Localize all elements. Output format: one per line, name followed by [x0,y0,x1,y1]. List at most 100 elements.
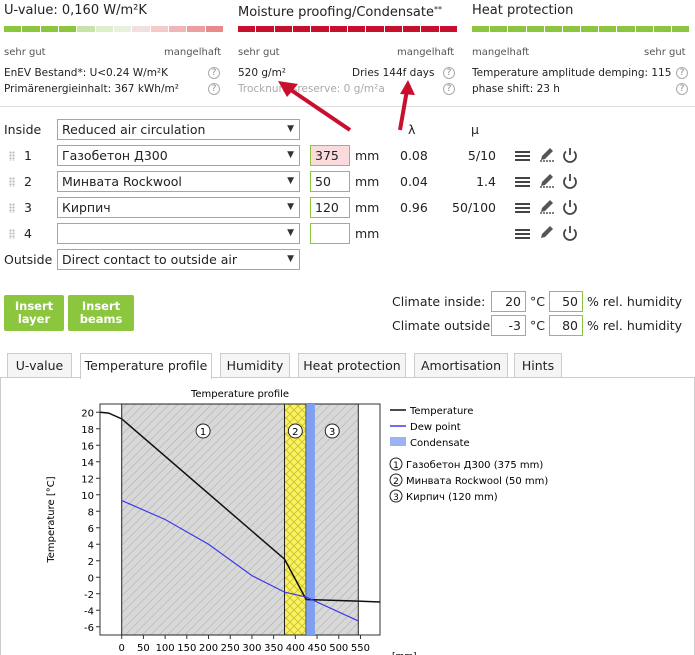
moisture-rating-bar [238,26,458,32]
tab-u-value[interactable]: U-value [7,353,72,378]
primary-energy: Primärenergieinhalt: 367 kWh/m² [4,83,179,95]
menu-icon[interactable] [514,200,532,216]
thickness-unit: mm [355,174,380,189]
u-value-bad-label: mangelhaft [164,47,222,58]
help-icon[interactable]: ? [208,67,220,79]
rating-segment [439,26,458,32]
chart-title: Temperature profile [190,389,289,400]
layer-thickness-input[interactable] [310,223,350,244]
menu-icon[interactable] [514,226,532,242]
u-value-good-label: sehr gut [4,47,46,58]
drag-handle-icon[interactable] [9,177,15,187]
enev-requirement: EnEV Bestand*: U<0.24 W/m²K [4,67,169,79]
insert-layer-button[interactable]: Insert layer [4,295,64,331]
layer-material-select[interactable]: ▼ [57,223,300,244]
layer-lambda: 0.04 [400,174,428,189]
edit-icon[interactable] [538,225,556,241]
layer-material-select[interactable]: Кирпич ▼ [57,197,300,218]
humidity-unit: % rel. humidity [587,318,683,333]
menu-icon[interactable] [514,174,532,190]
x-tick-label: 0 [119,643,125,654]
layer-thickness-input[interactable]: 50 [310,171,350,192]
drag-handle-icon[interactable] [9,151,15,161]
help-icon[interactable]: ? [676,67,688,79]
tab-amortisation[interactable]: Amortisation [414,353,508,378]
rating-segment [421,26,440,32]
layer-thickness-input[interactable]: 375 [310,145,350,166]
menu-icon[interactable] [514,148,532,164]
legend-label: Dew point [410,422,461,433]
x-tick-label: 300 [242,643,261,654]
dropdown-arrow-icon: ▼ [287,254,294,264]
help-icon[interactable]: ? [208,83,220,95]
y-tick-label: 10 [81,491,94,502]
moisture-bad-label: mangelhaft [397,47,455,58]
edit-icon[interactable] [538,173,556,189]
help-icon[interactable]: ? [676,83,688,95]
help-icon[interactable]: ? [443,83,455,95]
rating-segment [238,26,257,32]
layer-number: 2 [24,174,32,189]
thickness-unit: mm [355,200,380,215]
outside-surface-select[interactable]: Direct contact to outside air ▼ [57,249,300,270]
rating-segment [132,26,151,32]
climate-outside-temp-input[interactable]: -3 [491,315,526,336]
power-icon[interactable] [561,147,579,163]
edit-icon[interactable] [538,199,556,215]
layer-marker-label: 2 [292,427,298,438]
layer-material-select[interactable]: Минвата Rockwool ▼ [57,171,300,192]
layer-material-select[interactable]: Газобетон Д300 ▼ [57,145,300,166]
climate-outside-label: Climate outside: [392,318,495,333]
power-icon[interactable] [561,199,579,215]
dropdown-arrow-icon: ▼ [287,150,294,160]
rating-segment [4,26,23,32]
heat-rating-bar [472,26,691,32]
rating-segment [635,26,654,32]
climate-outside-humidity-input[interactable]: 80 [549,315,583,336]
rating-segment [490,26,509,32]
climate-inside-humidity-input[interactable]: 50 [549,291,583,312]
y-axis-label: Temperature [°C] [46,476,57,563]
tab-humidity[interactable]: Humidity [220,353,290,378]
layer-region [283,403,307,636]
insert-beams-button[interactable]: Insert beams [68,295,134,331]
amplitude-damping: Temperature amplitude demping: 115 [472,67,672,79]
x-tick-label: 250 [221,643,240,654]
annotation-arrow [398,89,409,131]
layer-material-value: Минвата Rockwool [62,174,182,189]
inside-label: Inside [4,122,42,137]
inside-surface-select[interactable]: Reduced air circulation ▼ [57,119,300,140]
rating-segment [508,26,527,32]
drag-handle-icon[interactable] [9,229,15,239]
rating-segment [472,26,491,32]
climate-inside-temp-input[interactable]: 20 [491,291,526,312]
y-tick-label: 2 [88,557,94,568]
help-icon[interactable]: ? [443,67,455,79]
u-value-title: U-value: 0,160 W/m²K [4,3,147,18]
rating-segment [544,26,563,32]
rating-segment [77,26,96,32]
drag-handle-icon[interactable] [9,203,15,213]
dropdown-arrow-icon: ▼ [287,176,294,186]
edit-icon[interactable] [538,147,556,163]
rating-segment [599,26,618,32]
layer-lambda: 0.96 [400,200,428,215]
tab-hints[interactable]: Hints [514,353,562,378]
tab-heat-protection[interactable]: Heat protection [298,353,406,378]
power-icon[interactable] [561,173,579,189]
rating-segment [311,26,330,32]
inside-surface-value: Reduced air circulation [62,122,206,137]
x-tick-label: 500 [329,643,348,654]
y-tick-label: 0 [88,573,94,584]
rating-segment [95,26,114,32]
y-tick-label: 20 [81,408,94,419]
y-tick-label: -2 [84,590,94,601]
heat-protection-title: Heat protection [472,3,574,18]
tab-temperature-profile[interactable]: Temperature profile [80,353,212,379]
legend-swatch [390,437,406,446]
y-tick-label: 18 [81,425,94,436]
x-tick-label: 550 [351,643,370,654]
layer-thickness-input[interactable]: 120 [310,197,350,218]
power-icon[interactable] [561,225,579,241]
rating-segment [329,26,348,32]
